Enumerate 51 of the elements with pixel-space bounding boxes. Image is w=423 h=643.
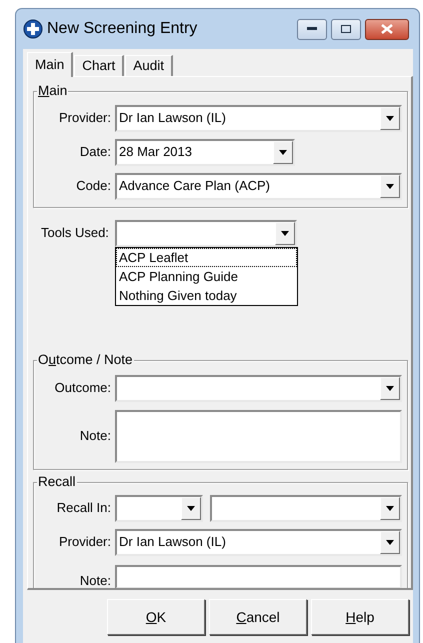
dropdown-button[interactable] xyxy=(380,174,400,198)
caret-icon xyxy=(279,150,287,155)
note-field[interactable] xyxy=(115,410,402,463)
minimize-icon xyxy=(307,27,317,31)
dropdown-button[interactable] xyxy=(181,496,201,520)
field-label: Code: xyxy=(75,178,112,194)
field-label: Note: xyxy=(78,428,112,444)
combo-box[interactable] xyxy=(115,494,203,522)
field-label: Note: xyxy=(78,574,112,588)
tab[interactable]: Main xyxy=(27,52,74,77)
group-title: Outcome / Note xyxy=(37,352,134,368)
tab[interactable]: Chart xyxy=(74,55,124,76)
field-label: Outcome: xyxy=(54,380,112,396)
combo-box[interactable]: Advance Care Plan (ACP) xyxy=(115,172,402,200)
caret-icon xyxy=(386,540,394,545)
close-button[interactable] xyxy=(365,18,409,40)
close-icon xyxy=(381,24,393,34)
app-icon xyxy=(23,19,43,39)
maximize-icon xyxy=(341,25,351,33)
combo-box[interactable]: Dr Ian Lawson (IL) xyxy=(115,104,402,132)
field-label: Recall In: xyxy=(56,500,112,516)
dropdown-option[interactable]: ACP Planning Guide xyxy=(116,267,297,286)
caret-icon xyxy=(386,116,394,121)
dialog-button[interactable]: Cancel xyxy=(209,599,307,635)
group-title: Main xyxy=(37,83,68,99)
dropdown-button[interactable] xyxy=(380,530,400,554)
field-label: Tools Used: xyxy=(41,226,109,241)
dropdown-option[interactable]: ACP Leaflet xyxy=(116,248,297,267)
dropdown-button[interactable] xyxy=(380,496,400,520)
maximize-button[interactable] xyxy=(331,18,361,40)
tab[interactable]: Audit xyxy=(125,55,174,76)
dropdown-button[interactable] xyxy=(380,106,400,130)
field-label: Provider: xyxy=(58,110,112,126)
caret-icon xyxy=(386,184,394,189)
field-label: Date: xyxy=(78,144,112,160)
caret-icon xyxy=(386,386,394,391)
dialog-button[interactable]: Help xyxy=(311,599,409,635)
dialog-button[interactable]: OK xyxy=(107,599,205,635)
combo-box[interactable]: 28 Mar 2013 xyxy=(115,138,295,166)
dropdown-button[interactable] xyxy=(380,376,400,400)
dropdown-option[interactable]: Nothing Given today xyxy=(116,286,297,305)
caret-icon xyxy=(187,506,195,511)
note-field[interactable] xyxy=(115,564,402,588)
combo-box[interactable]: Dr Ian Lawson (IL) xyxy=(115,528,402,556)
minimize-button[interactable] xyxy=(297,18,327,40)
dropdown-button[interactable] xyxy=(273,140,293,164)
caret-icon xyxy=(280,231,289,236)
field-label: Provider: xyxy=(58,534,112,550)
caret-icon xyxy=(386,506,394,511)
window-title: New Screening Entry xyxy=(47,20,198,38)
dropdown-button[interactable] xyxy=(274,222,295,245)
